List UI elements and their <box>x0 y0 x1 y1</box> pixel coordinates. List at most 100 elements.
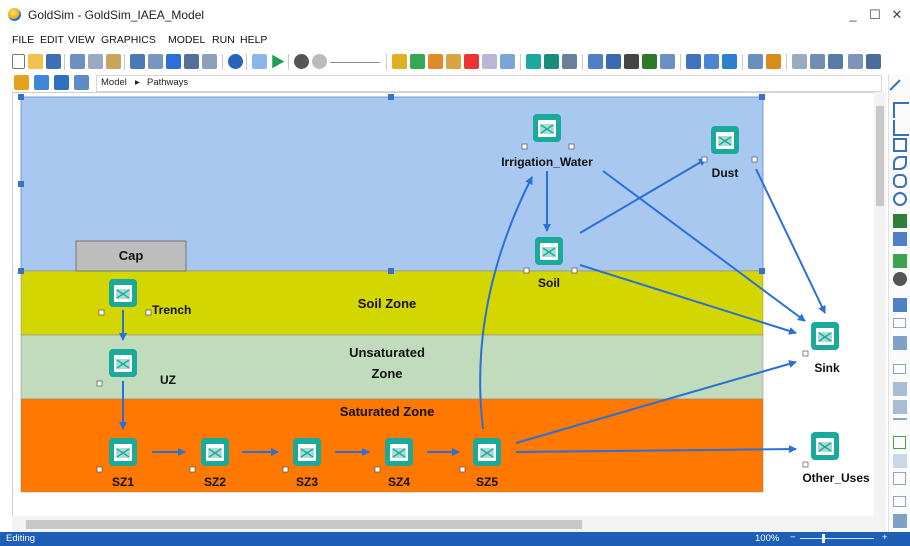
selector-icon[interactable] <box>482 54 497 69</box>
zoom-slider-thumb[interactable] <box>822 534 825 543</box>
time-slider[interactable] <box>330 62 380 63</box>
zoom-slider[interactable] <box>800 538 874 539</box>
node-sink[interactable]: Sink <box>802 321 840 375</box>
zoom-icon[interactable] <box>792 54 807 69</box>
vertical-scrollbar[interactable] <box>874 92 886 516</box>
breadcrumb-root[interactable]: Model <box>101 77 127 88</box>
menu-graphics[interactable]: GRAPHICS <box>101 34 156 46</box>
back-icon[interactable] <box>34 75 49 90</box>
grid-tool-icon[interactable] <box>893 400 907 414</box>
note-icon[interactable] <box>148 54 163 69</box>
frame-tool-icon[interactable] <box>893 318 906 328</box>
horizontal-scrollbar[interactable] <box>12 516 886 532</box>
filter-icon[interactable] <box>184 54 199 69</box>
save-icon[interactable] <box>46 54 61 69</box>
sheet-icon[interactable] <box>686 54 701 69</box>
connector-icon[interactable] <box>866 54 881 69</box>
input-box-icon[interactable] <box>893 364 906 374</box>
edit-mode-icon[interactable] <box>252 54 267 69</box>
menu-edit[interactable]: EDIT <box>40 34 64 46</box>
dollar-icon[interactable] <box>642 54 657 69</box>
up-level-icon[interactable] <box>54 75 69 90</box>
maximize-button[interactable]: ☐ <box>864 5 886 25</box>
grid-icon[interactable] <box>748 54 763 69</box>
rectangle-tool-icon[interactable] <box>893 138 907 152</box>
dashboard-tool-icon[interactable] <box>893 298 907 312</box>
zoom-out-button[interactable]: − <box>790 532 796 543</box>
vertical-scroll-thumb[interactable] <box>876 106 884 206</box>
properties-icon[interactable] <box>130 54 145 69</box>
goldsim-logo-icon <box>8 8 21 21</box>
breadcrumb-current[interactable]: Pathways <box>147 77 188 88</box>
new-file-icon[interactable] <box>12 54 25 69</box>
paste-icon[interactable] <box>106 54 121 69</box>
stochastic-icon[interactable] <box>410 54 425 69</box>
freeform-tool-icon[interactable] <box>893 174 907 188</box>
result-tool-icon[interactable] <box>893 514 907 528</box>
stop-icon[interactable] <box>294 54 309 69</box>
forward-icon[interactable] <box>74 75 89 90</box>
cut-icon[interactable] <box>70 54 85 69</box>
event-icon[interactable] <box>464 54 479 69</box>
result-icon[interactable] <box>500 54 515 69</box>
irrigation-water-label: Irrigation_Water <box>501 155 593 169</box>
minimize-button[interactable]: _ <box>842 5 864 25</box>
line-tool-icon[interactable] <box>889 79 910 101</box>
menu-run[interactable]: RUN <box>212 34 235 46</box>
horizontal-scroll-thumb[interactable] <box>26 520 582 529</box>
arrange-icon[interactable] <box>828 54 843 69</box>
saturated-zone-label: Saturated Zone <box>340 404 435 419</box>
menu-model[interactable]: MODEL <box>168 34 205 46</box>
zoom-in-button[interactable]: + <box>882 532 888 543</box>
lock-icon[interactable] <box>624 54 639 69</box>
tag-icon[interactable] <box>606 54 621 69</box>
dust-label: Dust <box>712 166 739 180</box>
ellipse-tool-icon[interactable] <box>893 192 907 206</box>
checkbox-tool-icon[interactable] <box>893 436 906 449</box>
chart-icon[interactable] <box>722 54 737 69</box>
number-tool-icon[interactable] <box>893 496 906 507</box>
curve-tool-icon[interactable] <box>893 156 907 170</box>
container-icon[interactable] <box>202 54 217 69</box>
menu-help[interactable]: HELP <box>240 34 267 46</box>
matrix-tool-icon[interactable] <box>893 472 906 485</box>
settings-icon[interactable] <box>562 54 577 69</box>
expression-icon[interactable] <box>446 54 461 69</box>
list-tool-icon[interactable] <box>893 336 907 350</box>
window-title: GoldSim - GoldSim_IAEA_Model <box>28 8 205 22</box>
copy-icon[interactable] <box>88 54 103 69</box>
elbow-line-tool-icon[interactable] <box>893 102 909 118</box>
distribute-icon[interactable] <box>848 54 863 69</box>
node-other-uses[interactable]: Other_Uses <box>802 431 870 485</box>
report-icon[interactable] <box>660 54 675 69</box>
run-icon[interactable] <box>272 54 285 69</box>
help-icon[interactable] <box>228 54 243 69</box>
hyperlink-tool-icon[interactable] <box>893 272 907 286</box>
cell-icon[interactable] <box>526 54 541 69</box>
image-tool-icon[interactable] <box>893 254 907 268</box>
polyline-tool-icon[interactable] <box>893 120 909 136</box>
favorite-icon[interactable] <box>766 54 781 69</box>
data-element-icon[interactable] <box>392 54 407 69</box>
sz2-label: SZ2 <box>204 475 226 489</box>
home-icon[interactable] <box>14 75 29 90</box>
align-icon[interactable] <box>704 54 719 69</box>
list-icon[interactable] <box>588 54 603 69</box>
table-tool-icon[interactable] <box>893 454 907 468</box>
close-button[interactable]: ✕ <box>886 5 908 25</box>
model-canvas[interactable]: Cap Soil Zone Unsaturated Zone Saturated… <box>12 92 876 518</box>
table-icon[interactable] <box>428 54 443 69</box>
sz3-label: SZ3 <box>296 475 318 489</box>
label-tool-icon[interactable] <box>893 232 907 246</box>
find-icon[interactable] <box>166 54 181 69</box>
spreadsheet-tool-icon[interactable] <box>893 382 907 396</box>
reset-icon[interactable] <box>312 54 327 69</box>
text-tool-icon[interactable] <box>893 214 907 228</box>
open-folder-icon[interactable] <box>28 54 43 69</box>
menu-view[interactable]: VIEW <box>68 34 95 46</box>
menu-file[interactable]: FILE <box>12 34 34 46</box>
slider-tool-icon[interactable] <box>893 418 907 426</box>
reservoir-icon[interactable] <box>544 54 559 69</box>
layer-icon[interactable] <box>810 54 825 69</box>
sz4-label: SZ4 <box>388 475 410 489</box>
